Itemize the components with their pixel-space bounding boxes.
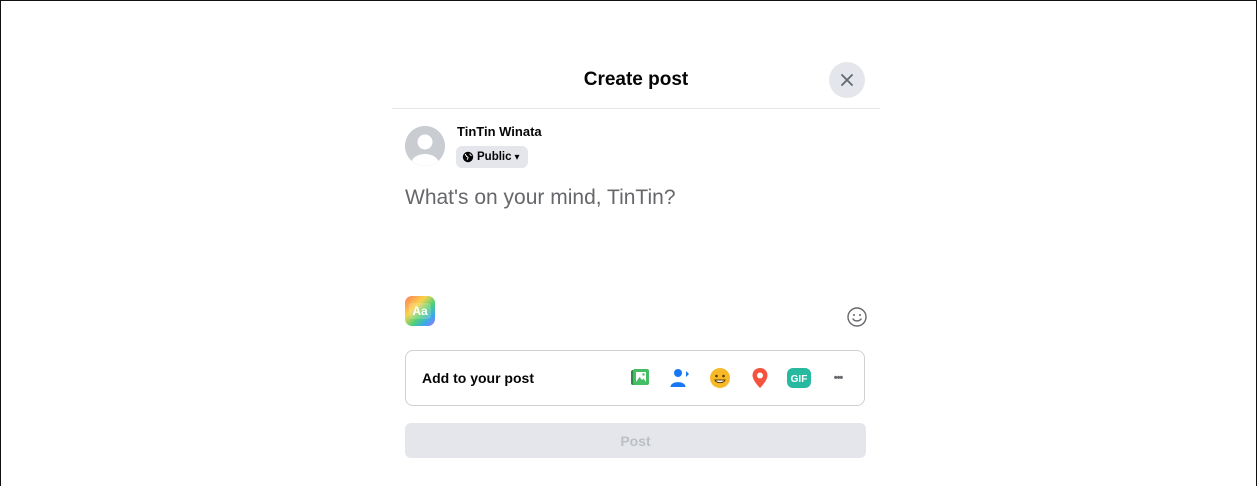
add-to-post-bar: Add to your post GIF ••• bbox=[405, 350, 865, 406]
post-button[interactable]: Post bbox=[405, 423, 866, 458]
more-options-button[interactable]: ••• bbox=[825, 365, 851, 391]
author-name[interactable]: TinTin Winata bbox=[457, 124, 542, 139]
dialog-header: Create post bbox=[392, 56, 880, 109]
create-post-dialog: Create post TinTin Winata Public ▾ A bbox=[392, 56, 880, 487]
gif-icon: GIF bbox=[787, 368, 811, 388]
feeling-activity-button[interactable] bbox=[707, 365, 733, 391]
background-style-label: Aa bbox=[409, 303, 431, 319]
audience-selector[interactable]: Public ▾ bbox=[456, 146, 528, 168]
feeling-icon bbox=[710, 368, 730, 388]
photo-video-button[interactable] bbox=[627, 365, 653, 391]
close-button[interactable] bbox=[829, 62, 865, 98]
default-avatar-icon bbox=[405, 126, 445, 166]
smiley-icon[interactable] bbox=[846, 306, 868, 328]
background-style-button[interactable]: Aa bbox=[405, 296, 435, 326]
gif-button[interactable]: GIF bbox=[786, 365, 812, 391]
dialog-title: Create post bbox=[583, 69, 689, 90]
add-to-post-label: Add to your post bbox=[422, 370, 534, 386]
tag-people-button[interactable] bbox=[667, 365, 693, 391]
gif-label: GIF bbox=[791, 374, 808, 385]
check-in-button[interactable] bbox=[747, 365, 773, 391]
caret-down-icon: ▾ bbox=[514, 151, 520, 163]
more-icon: ••• bbox=[833, 372, 844, 384]
globe-icon bbox=[462, 151, 474, 163]
avatar[interactable] bbox=[405, 126, 445, 166]
location-pin-icon bbox=[752, 368, 768, 388]
post-text-input[interactable] bbox=[405, 186, 845, 210]
tag-people-icon bbox=[670, 369, 689, 387]
close-icon bbox=[841, 74, 853, 86]
photo-icon bbox=[631, 369, 649, 385]
audience-label: Public bbox=[477, 151, 512, 163]
